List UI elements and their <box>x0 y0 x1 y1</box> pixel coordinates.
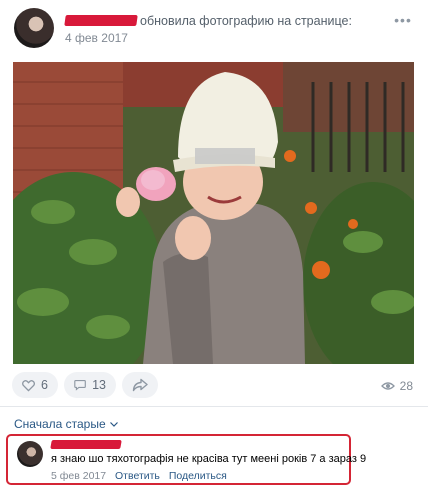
comment-button[interactable]: 13 <box>64 372 116 398</box>
like-button[interactable]: 6 <box>12 372 58 398</box>
share-icon <box>132 378 148 392</box>
views-counter: 28 <box>380 379 413 393</box>
comments-sort-select[interactable]: Сначала старые <box>14 417 118 431</box>
comment-meta: 5 фев 2017 Ответить Поделиться <box>51 470 227 482</box>
comment-author-avatar[interactable] <box>17 441 43 467</box>
chevron-down-icon <box>109 421 118 427</box>
post-header: обновила фотографию на странице: 4 фев 2… <box>0 0 428 58</box>
comment-text: я знаю шо тяхотографія не красіва тут ме… <box>51 453 367 465</box>
post-date[interactable]: 4 фев 2017 <box>65 31 128 45</box>
like-count: 6 <box>41 378 48 392</box>
comment-date[interactable]: 5 фев 2017 <box>51 470 106 482</box>
photo-image <box>13 62 414 364</box>
comment-count: 13 <box>92 378 106 392</box>
comment-author-name-redacted[interactable] <box>50 440 122 449</box>
share-button[interactable] <box>122 372 158 398</box>
comment-item: я знаю шо тяхотографія не красіва тут ме… <box>6 434 366 485</box>
author-name-redacted[interactable] <box>64 15 138 26</box>
divider <box>0 406 428 407</box>
heart-icon <box>22 379 35 392</box>
comment-icon <box>74 380 86 391</box>
share-link[interactable]: Поделиться <box>169 470 227 482</box>
post-photo[interactable] <box>13 62 414 364</box>
post-actions-bar: 6 13 28 <box>0 368 428 404</box>
reply-link[interactable]: Ответить <box>115 470 160 482</box>
author-avatar[interactable] <box>14 8 54 48</box>
eye-icon <box>380 382 395 390</box>
view-count: 28 <box>399 379 413 393</box>
sort-label: Сначала старые <box>14 417 106 431</box>
more-dots-icon[interactable]: ••• <box>394 13 412 27</box>
post-action-text: обновила фотографию на странице: <box>140 14 352 28</box>
